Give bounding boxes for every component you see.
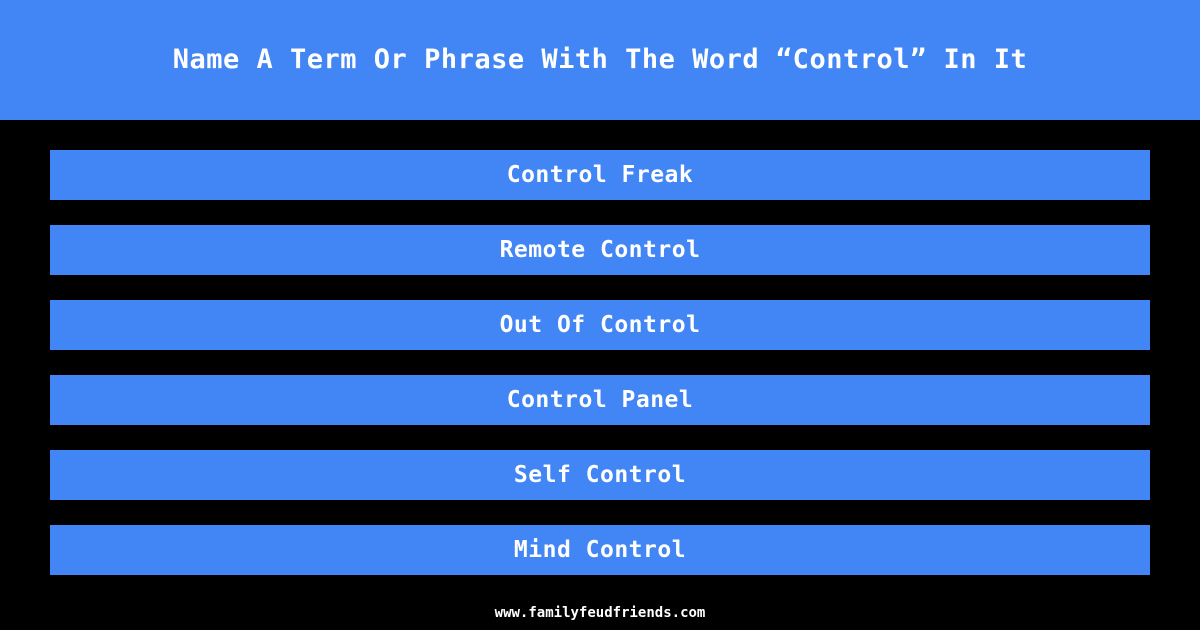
answer-row-6[interactable]: Mind Control (50, 525, 1150, 575)
answers-list: Control Freak Remote Control Out Of Cont… (50, 150, 1150, 575)
family-feud-card: Name A Term Or Phrase With The Word “Con… (0, 0, 1200, 630)
answer-row-4[interactable]: Control Panel (50, 375, 1150, 425)
answer-text-5: Self Control (513, 462, 687, 488)
answer-text-1: Control Freak (506, 162, 694, 188)
page-title: Name A Term Or Phrase With The Word “Con… (172, 44, 1028, 76)
answer-text-3: Out Of Control (499, 312, 701, 338)
question-header-bar: Name A Term Or Phrase With The Word “Con… (0, 0, 1200, 120)
answer-row-2[interactable]: Remote Control (50, 225, 1150, 275)
footer-site-url[interactable]: www.familyfeudfriends.com (495, 605, 706, 621)
answer-text-4: Control Panel (506, 387, 694, 413)
answer-text-6: Mind Control (513, 537, 687, 563)
footer: www.familyfeudfriends.com (0, 596, 1200, 630)
answer-row-1[interactable]: Control Freak (50, 150, 1150, 200)
answer-row-5[interactable]: Self Control (50, 450, 1150, 500)
answer-text-2: Remote Control (499, 237, 701, 263)
answer-row-3[interactable]: Out Of Control (50, 300, 1150, 350)
